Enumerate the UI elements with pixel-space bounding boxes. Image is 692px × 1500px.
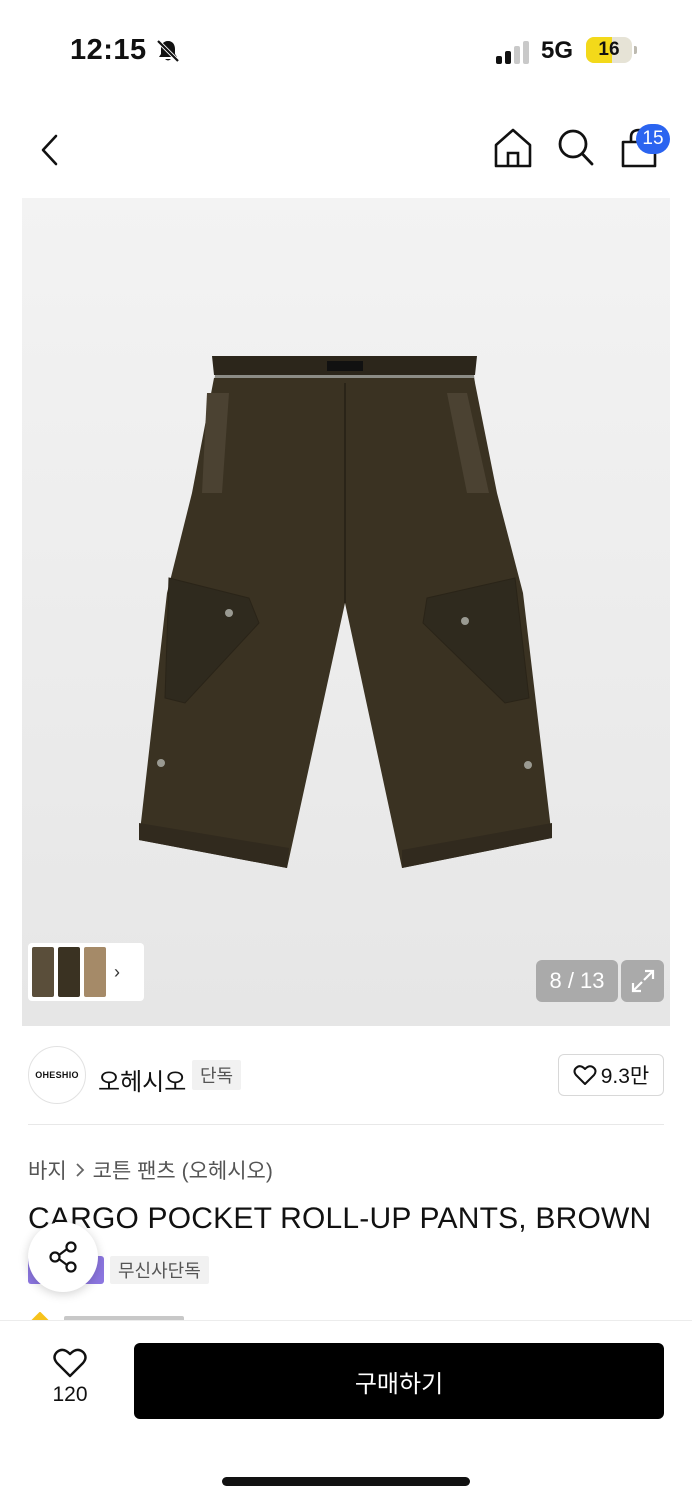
- share-button[interactable]: [28, 1222, 98, 1292]
- breadcrumb-item[interactable]: 코튼 팬츠 (오헤시오): [93, 1155, 273, 1185]
- brand-logo[interactable]: OHESHIO: [28, 1046, 86, 1104]
- review-row: [28, 1312, 188, 1320]
- chevron-left-icon: [41, 134, 58, 166]
- chevron-right-icon[interactable]: ›: [114, 962, 120, 983]
- search-icon: [558, 129, 594, 166]
- bell-slash-icon: [156, 39, 180, 63]
- breadcrumb-item[interactable]: 바지: [28, 1155, 67, 1185]
- buy-button[interactable]: 구매하기: [134, 1343, 664, 1419]
- chevron-right-icon: [76, 1163, 84, 1177]
- musinsa-exclusive-badge: 무신사단독: [110, 1256, 209, 1284]
- battery-level: 16: [598, 39, 620, 60]
- product-image-gallery[interactable]: › 8 / 13: [22, 198, 670, 1026]
- star-icon: [31, 1312, 49, 1320]
- brand-like-button[interactable]: 9.3만: [558, 1054, 664, 1096]
- share-icon: [49, 1241, 77, 1273]
- top-nav: [0, 120, 692, 180]
- thumbnail-image[interactable]: [58, 947, 80, 997]
- heart-icon: [53, 1348, 87, 1378]
- brand-row: OHESHIO 오헤시오 단독 9.3만: [28, 1046, 664, 1106]
- back-button[interactable]: [30, 128, 70, 172]
- brand-name[interactable]: 오헤시오: [98, 1062, 186, 1097]
- image-counter: 8 / 13: [536, 960, 618, 1002]
- product-image: [139, 356, 552, 868]
- home-button[interactable]: [491, 126, 535, 170]
- thumbnail-image[interactable]: [84, 947, 106, 997]
- network-type: 5G: [541, 37, 574, 64]
- status-time: 12:15: [70, 34, 147, 66]
- product-like-button[interactable]: 120: [40, 1347, 100, 1407]
- home-indicator: [222, 1477, 470, 1486]
- brand-like-count: 9.3만: [600, 1065, 650, 1088]
- expand-icon: [631, 969, 654, 993]
- status-bar: 12:15 5G 16: [0, 0, 692, 100]
- cellular-signal-icon: [496, 40, 530, 64]
- expand-button[interactable]: [621, 960, 664, 1002]
- breadcrumb: 바지 코튼 팬츠 (오헤시오): [28, 1155, 273, 1185]
- cart-count-badge: 15: [636, 124, 670, 154]
- product-title: CARGO POCKET ROLL-UP PANTS, BROWN: [28, 1202, 652, 1235]
- battery-icon: 16: [586, 37, 637, 63]
- divider: [28, 1124, 664, 1125]
- bottom-action-bar: 120 구매하기: [0, 1320, 692, 1500]
- heart-icon: [573, 1065, 597, 1085]
- thumbnail-image[interactable]: [32, 947, 54, 997]
- exclusive-tag: 단독: [192, 1060, 242, 1090]
- search-button[interactable]: [554, 126, 598, 170]
- thumbnail-strip[interactable]: ›: [28, 943, 144, 1001]
- product-like-count: 120: [52, 1383, 88, 1406]
- home-icon: [494, 128, 532, 168]
